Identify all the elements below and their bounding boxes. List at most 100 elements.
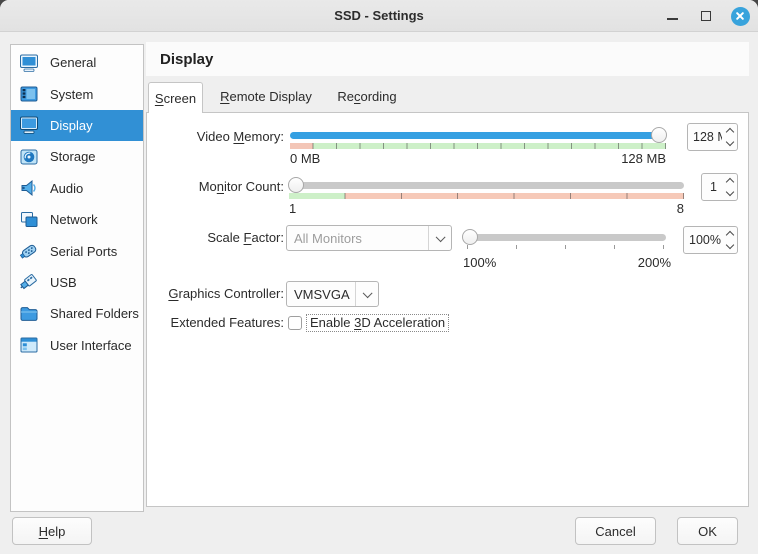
- display-icon: [18, 114, 40, 136]
- monitor-count-slider[interactable]: [289, 182, 684, 189]
- spin-down-icon[interactable]: [725, 188, 733, 196]
- sidebar-item-network[interactable]: Network: [11, 204, 143, 235]
- scale-factor-max-label: 200%: [638, 255, 671, 270]
- monitor-count-label: Monitor Count:: [147, 179, 284, 195]
- serial-ports-icon: [18, 240, 40, 262]
- scale-factor-value[interactable]: 100%: [684, 227, 722, 253]
- sidebar-item-usb[interactable]: USB: [11, 267, 143, 298]
- video-memory-spin-arrows: [722, 124, 737, 150]
- graphics-controller-label: Graphics Controller:: [147, 286, 284, 302]
- scale-factor-monitor-combo[interactable]: All Monitors: [286, 225, 452, 251]
- video-memory-label: Video Memory:: [147, 129, 284, 145]
- spin-up-icon[interactable]: [725, 178, 733, 186]
- spin-up-icon[interactable]: [725, 231, 733, 239]
- scale-factor-slider[interactable]: [463, 234, 666, 241]
- tab-recording[interactable]: Recording: [324, 89, 410, 104]
- storage-icon: [18, 146, 40, 168]
- window-controls: [662, 0, 750, 32]
- enable-3d-acceleration-checkbox[interactable]: [288, 316, 302, 330]
- sidebar-item-serial-ports[interactable]: Serial Ports: [11, 235, 143, 266]
- spin-up-icon[interactable]: [725, 128, 733, 136]
- monitor-count-min-label: 1: [289, 201, 296, 216]
- sidebar-item-label: Storage: [50, 149, 96, 164]
- scale-factor-range-labels: 100% 200%: [463, 255, 671, 270]
- tab-screen[interactable]: Screen: [148, 82, 203, 113]
- sidebar-item-general[interactable]: General: [11, 47, 143, 78]
- scale-factor-spin-arrows: [722, 227, 737, 253]
- sidebar-item-shared-folders[interactable]: Shared Folders: [11, 298, 143, 329]
- sidebar-item-user-interface[interactable]: User Interface: [11, 330, 143, 361]
- spin-down-icon[interactable]: [725, 138, 733, 146]
- maximize-button[interactable]: [696, 6, 716, 26]
- tab-screen-label: Screen: [155, 91, 196, 106]
- sidebar-item-label: Audio: [50, 181, 83, 196]
- audio-icon: [18, 177, 40, 199]
- monitor-count-tick-scale: [289, 193, 684, 199]
- help-button-label: Help: [39, 524, 66, 539]
- sidebar-item-label: Network: [50, 212, 98, 227]
- monitor-count-value[interactable]: 1: [702, 174, 722, 200]
- tab-remote-display-label: Remote Display: [220, 89, 312, 104]
- sidebar-item-display[interactable]: Display: [11, 110, 143, 141]
- sidebar-item-label: User Interface: [50, 338, 132, 353]
- usb-icon: [18, 271, 40, 293]
- maximize-icon: [701, 11, 711, 21]
- help-button[interactable]: Help: [12, 517, 92, 545]
- video-memory-min-label: 0 MB: [290, 151, 320, 166]
- scale-factor-monitor-value: All Monitors: [287, 231, 428, 246]
- sidebar-item-system[interactable]: System: [11, 78, 143, 109]
- sidebar-item-audio[interactable]: Audio: [11, 173, 143, 204]
- video-memory-slider-handle[interactable]: [651, 127, 667, 143]
- page-title: Display: [160, 51, 213, 68]
- monitor-count-slider-handle[interactable]: [288, 177, 304, 193]
- video-memory-slider[interactable]: [290, 132, 666, 139]
- enable-3d-acceleration-checkbox-label[interactable]: Enable 3D Acceleration: [306, 314, 449, 332]
- scale-factor-label: Scale Factor:: [147, 230, 284, 246]
- sidebar-item-storage[interactable]: Storage: [11, 141, 143, 172]
- screen-tab-panel: Video Memory: 0 MB 128 MB 128 MB Monitor…: [146, 112, 749, 507]
- video-memory-spinbox[interactable]: 128 MB: [687, 123, 738, 151]
- settings-category-list: General System Display Storage Audio: [10, 44, 144, 512]
- system-icon: [18, 83, 40, 105]
- monitor-count-max-label: 8: [677, 201, 684, 216]
- close-button[interactable]: [730, 6, 750, 26]
- sidebar-item-label: USB: [50, 275, 77, 290]
- minimize-button[interactable]: [662, 6, 682, 26]
- tab-recording-label: Recording: [337, 89, 396, 104]
- sidebar-item-label: System: [50, 87, 93, 102]
- scale-factor-spinbox[interactable]: 100%: [683, 226, 738, 254]
- tab-remote-display[interactable]: Remote Display: [211, 89, 321, 104]
- chevron-down-icon: [362, 288, 371, 297]
- scale-factor-min-label: 100%: [463, 255, 496, 270]
- dropdown-arrow: [428, 226, 451, 250]
- shared-folders-icon: [18, 303, 40, 325]
- video-memory-tick-scale: [290, 143, 666, 149]
- scale-factor-tick-scale: [467, 245, 664, 249]
- monitor-count-spin-arrows: [722, 174, 737, 200]
- monitor-count-range-labels: 1 8: [289, 201, 684, 216]
- sidebar-item-label: Shared Folders: [50, 306, 139, 321]
- page-header: Display: [146, 42, 749, 76]
- scale-factor-slider-handle[interactable]: [462, 229, 478, 245]
- graphics-controller-combo[interactable]: VMSVGA: [286, 281, 379, 307]
- monitor-count-spinbox[interactable]: 1: [701, 173, 738, 201]
- network-icon: [18, 209, 40, 231]
- minimize-icon: [667, 18, 678, 20]
- ok-button[interactable]: OK: [677, 517, 738, 545]
- settings-dialog: SSD - Settings General System Display: [0, 0, 758, 554]
- titlebar: SSD - Settings: [0, 0, 758, 32]
- sidebar-item-label: General: [50, 55, 96, 70]
- general-icon: [18, 52, 40, 74]
- extended-features-label: Extended Features:: [147, 315, 284, 331]
- cancel-button[interactable]: Cancel: [575, 517, 656, 545]
- user-interface-icon: [18, 334, 40, 356]
- video-memory-value[interactable]: 128 MB: [688, 124, 722, 150]
- spin-down-icon[interactable]: [725, 241, 733, 249]
- dropdown-arrow: [355, 282, 378, 306]
- chevron-down-icon: [435, 232, 444, 241]
- video-memory-max-label: 128 MB: [621, 151, 666, 166]
- sidebar-item-label: Serial Ports: [50, 244, 117, 259]
- video-memory-range-labels: 0 MB 128 MB: [290, 151, 666, 166]
- sidebar-item-label: Display: [50, 118, 93, 133]
- window-title: SSD - Settings: [0, 8, 758, 23]
